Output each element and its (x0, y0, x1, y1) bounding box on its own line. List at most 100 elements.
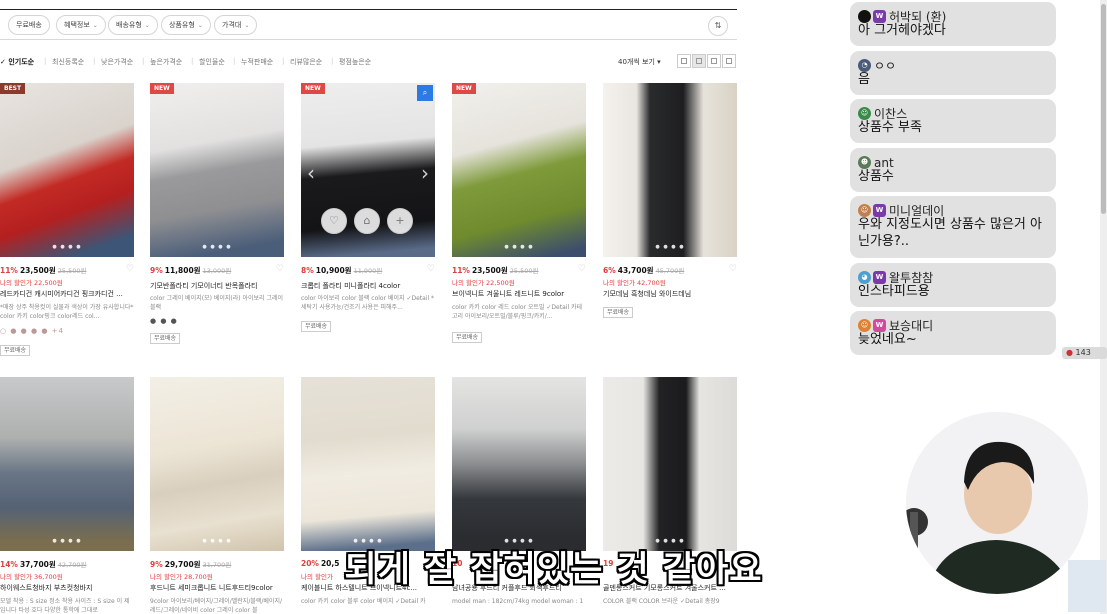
chat-text: 우와 지정도시면 상품수 많은거 아닌가용?.. (858, 217, 1042, 249)
product-title[interactable]: 브이넥니트 겨울니트 레드니트 9color (452, 289, 586, 299)
user-avatar: ☺ (858, 319, 871, 332)
product-image[interactable]: ● ● ● ● (452, 377, 586, 551)
chat-username[interactable]: ant (874, 156, 894, 170)
product-image[interactable]: NEW ● ● ● ● (452, 83, 586, 257)
refresh-icon[interactable]: ⇅ (708, 16, 728, 36)
product-card[interactable]: ● ● ● ● 20% 20,5 나의 할인가 케이블니트 하스텔니트 브이넥니트… (301, 377, 435, 605)
divider: | (93, 57, 96, 65)
slide-dots: ● ● ● ● (52, 244, 82, 250)
product-card[interactable]: ● ● ● ● 19 골덴롱스커트 기모롱스커트 겨울스커트 ... COLOR… (603, 377, 737, 605)
original-price: 25,500원 (509, 267, 539, 275)
new-badge: NEW (301, 83, 325, 94)
product-card[interactable]: ● ● ● ● 10 남녀공용 후드티 커플후드 회색후드티 model man… (452, 377, 586, 605)
chevron-left-icon[interactable]: ‹ (307, 161, 315, 185)
sort-newest[interactable]: 최신등록순 (52, 57, 84, 67)
product-image[interactable]: ● ● ● ● (603, 83, 737, 257)
filter-product-type[interactable]: 상품유형 ⌄ (161, 15, 211, 35)
product-card[interactable]: NEW ⌕ ‹ › ♡ ⌂ + 8% 10,900원 11,900원 ♡ 크롭티 폴… (301, 83, 435, 332)
product-card[interactable]: ● ● ● ● 6% 43,700원 45,700원 ♡ 나의 할인가 42,700… (603, 83, 737, 318)
user-avatar: ◔ (858, 59, 871, 72)
product-desc: *매장 상주 착용컷이 실물과 색상이 가장 유사합니다* color 카키 c… (0, 304, 134, 320)
sort-reviews[interactable]: 리뷰많은순 (290, 57, 322, 67)
sort-popular[interactable]: ✓ 인기도순 (0, 57, 34, 67)
chat-username[interactable]: 허박되 (환) (889, 10, 946, 24)
chat-username[interactable]: 왈투참참 (889, 271, 933, 285)
original-price: 13,000원 (202, 267, 232, 275)
detail-view-icon[interactable] (722, 54, 736, 68)
scroll-thumb[interactable] (1101, 4, 1106, 214)
product-card[interactable]: NEW ● ● ● ● 11% 23,500원 25,500원 ♡ 나의 할인가 2… (452, 83, 586, 343)
chat-message: ☺ 이찬스 상품수 부족 (850, 99, 1056, 143)
product-desc: color 카키 color 블루 color 베이지 ✓Detail 카 (301, 598, 426, 605)
sort-low-price[interactable]: 낮은가격순 (101, 57, 133, 67)
plus-icon[interactable]: + (387, 208, 413, 234)
product-desc: COLOR 블랙 COLOR 브라운 ✓Detail 총장9 (603, 598, 720, 605)
product-card[interactable]: BEST ● ● ● ● 11% 23,500원 25,500원 ♡ 나의 할인가 … (0, 83, 134, 356)
heart-icon[interactable]: ♡ (276, 264, 284, 274)
product-image[interactable]: NEW ● ● ● ● (150, 83, 284, 257)
product-title[interactable]: 크롭티 폴라티 미니폴라티 4color (301, 281, 435, 291)
user-avatar: ◕ (858, 271, 871, 284)
filter-free-shipping[interactable]: 무료배송 (8, 15, 50, 35)
grid-large-view-icon[interactable] (692, 54, 706, 68)
sort-high-price[interactable]: 높은가격순 (150, 57, 182, 67)
member-price: 나의 할인가 42,700원 (603, 279, 666, 287)
search-icon[interactable]: ⌕ (417, 85, 433, 101)
free-shipping-tag: 무료배송 (0, 345, 31, 356)
divider: | (142, 57, 145, 65)
grid-view-icon[interactable] (677, 54, 691, 68)
chat-username[interactable]: ㅇㅇ (874, 59, 896, 73)
chat-username[interactable]: 이찬스 (874, 107, 907, 121)
product-title[interactable]: 기모데님 흑청데님 와이드데님 (603, 289, 737, 299)
free-shipping-tag: 무료배송 (150, 333, 181, 344)
heart-icon[interactable]: ♡ (126, 264, 134, 274)
chevron-down-icon: ⌄ (244, 22, 250, 29)
chat-text: 늦었네요~ (858, 332, 917, 347)
product-card[interactable]: NEW ● ● ● ● 9% 11,800원 13,000원 ♡ 기모반폴라티 기모… (150, 83, 284, 344)
chevron-right-icon[interactable]: › (421, 161, 429, 185)
original-price: 11,900원 (353, 267, 383, 275)
slide-dots: ● ● ● ● (655, 244, 685, 250)
shopping-bag-icon[interactable]: ⌂ (354, 208, 380, 234)
divider: | (191, 57, 194, 65)
sale-price: 11,800원 (164, 266, 201, 275)
wishlist-heart-icon[interactable]: ♡ (321, 208, 347, 234)
discount-rate: 8% (301, 266, 314, 275)
caret-down-icon: ▾ (657, 58, 661, 66)
user-avatar: ☺ (858, 107, 871, 120)
chat-username[interactable]: 뵤승대디 (889, 319, 933, 333)
sort-rating[interactable]: 평점높은순 (339, 57, 371, 67)
sort-discount[interactable]: 할인율순 (199, 57, 225, 67)
slide-dots: ● ● ● ● (202, 244, 232, 250)
chat-text: 인스타피드용 (858, 284, 930, 299)
filter-delivery-type[interactable]: 배송유형 ⌄ (108, 15, 158, 35)
product-desc: 9color 아이보리/베이지/그레이/멜란지/블랙/베이지/레드/그레이/네이… (150, 598, 282, 614)
product-image[interactable]: ● ● ● ● (150, 377, 284, 551)
chat-message: ☺ W 미니얼데이 우와 지정도시면 상품수 많은거 아닌가용?.. (850, 196, 1056, 258)
product-title[interactable]: 레드카디건 캐시미어카디건 핑크카디건 ... (0, 289, 134, 299)
product-image[interactable]: ● ● ● ● (301, 377, 435, 551)
chat-text: 아 그거헤야겠다 (858, 23, 946, 38)
color-swatches: ○ ● ● ● ● +4 (0, 327, 64, 335)
list-view-icon[interactable] (707, 54, 721, 68)
chat-scrollbar[interactable] (1100, 0, 1107, 614)
product-desc: color 카키 color 레드 color 오트밀 ✓Detail 카테고리… (452, 304, 583, 320)
filter-price-range[interactable]: 가격대 ⌄ (214, 15, 258, 35)
chat-username[interactable]: 미니얼데이 (889, 204, 944, 218)
shop-panel: 무료배송 혜택정보 ⌄ 배송유형 ⌄ 상품유형 ⌄ 가격대 ⌄ ⇅ ✓ 인기도순 | 최… (0, 0, 740, 614)
top-divider (0, 9, 737, 10)
product-card[interactable]: ● ● ● ● 9% 29,700원 31,700원 나의 할인가 28,700원 … (150, 377, 284, 614)
product-image[interactable]: BEST ● ● ● ● (0, 83, 134, 257)
sort-sales[interactable]: 누적판매순 (241, 57, 273, 67)
heart-icon[interactable]: ♡ (578, 264, 586, 274)
view-count-select[interactable]: 40개씩 보기 ▾ (618, 57, 661, 67)
product-card[interactable]: ● ● ● ● 14% 37,700원 42,700원 나의 할인가 36,700원… (0, 377, 134, 614)
product-title[interactable]: 기모반폴라티 기모이너티 반목폴라티 (150, 281, 284, 291)
product-image[interactable]: NEW ⌕ ‹ › ♡ ⌂ + (301, 83, 435, 257)
heart-icon[interactable]: ♡ (729, 264, 737, 274)
product-image[interactable]: ● ● ● ● (603, 377, 737, 551)
product-image[interactable]: ● ● ● ● (0, 377, 134, 551)
eye-icon: ● (1066, 348, 1073, 357)
filter-benefits[interactable]: 혜택정보 ⌄ (56, 15, 106, 35)
heart-icon[interactable]: ♡ (427, 264, 435, 274)
